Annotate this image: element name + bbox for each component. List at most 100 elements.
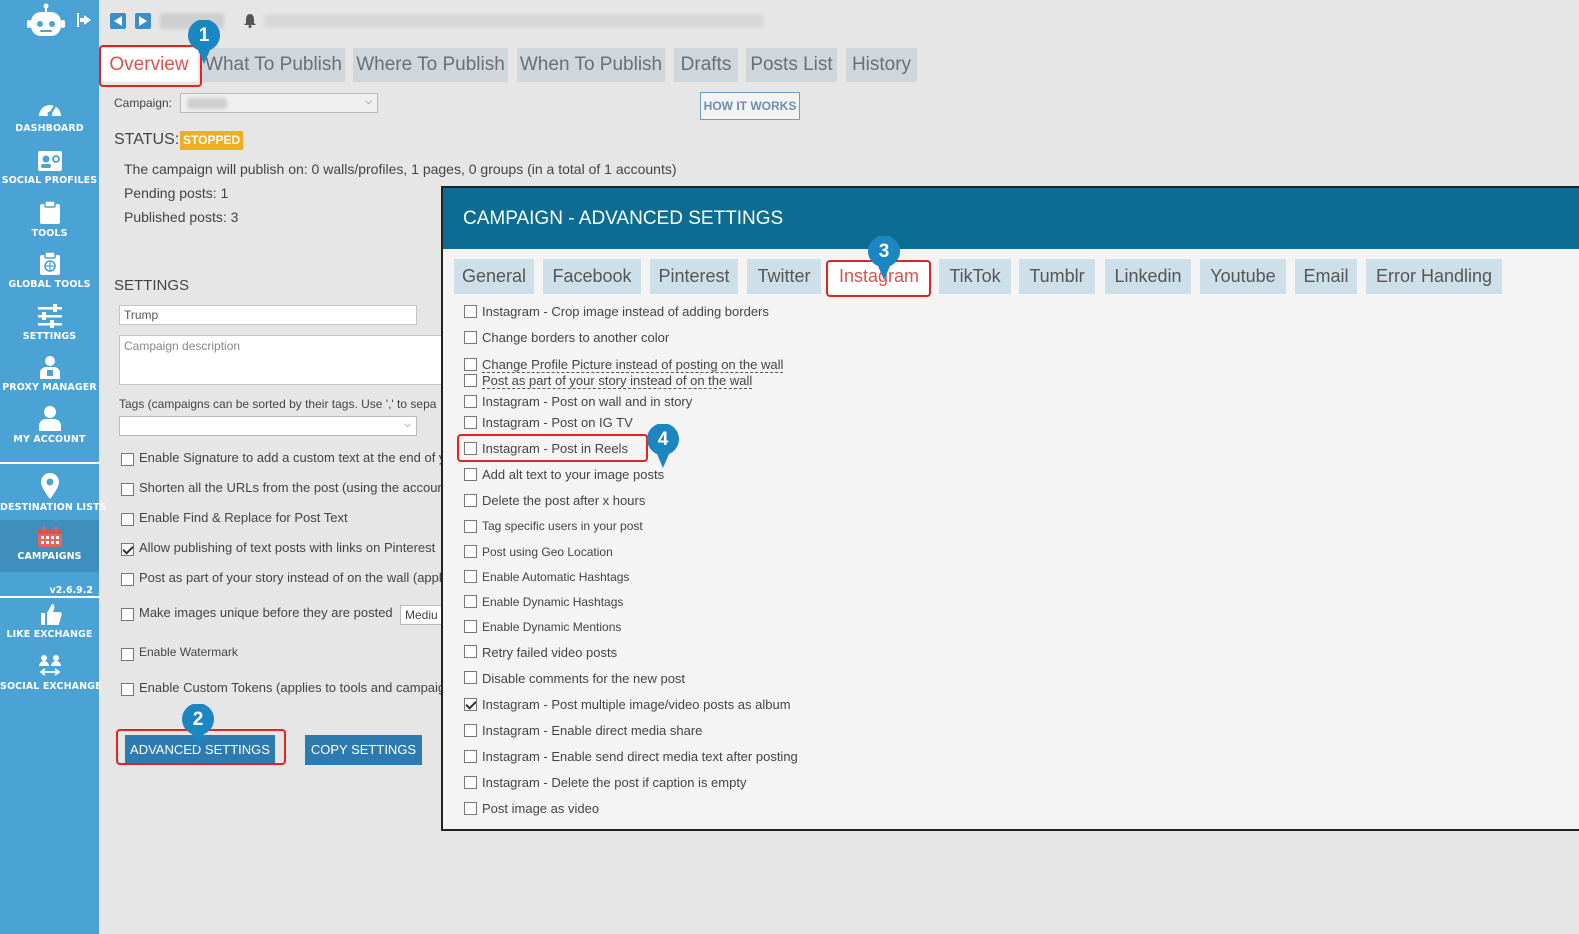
- instagram-option-label: Instagram - Enable direct media share: [482, 723, 703, 738]
- sidebar-item-campaigns[interactable]: CAMPAIGNS: [0, 520, 99, 572]
- unique-images-select[interactable]: Mediu: [400, 605, 445, 625]
- instagram-option-label: Instagram - Post in Reels: [482, 441, 628, 456]
- sidebar-item-label: DESTINATION LISTS: [0, 502, 107, 513]
- modal-tab-error-handling[interactable]: Error Handling: [1366, 259, 1502, 294]
- instagram-option-label: Instagram - Enable send direct media tex…: [482, 749, 798, 764]
- instagram-option-checkbox[interactable]: [464, 776, 477, 789]
- sidebar-divider: [0, 596, 99, 598]
- sidebar-item-my-account[interactable]: MY ACCOUNT: [0, 405, 99, 445]
- instagram-option-label: Retry failed video posts: [482, 645, 618, 660]
- sidebar-item-label: LIKE EXCHANGE: [6, 629, 93, 640]
- bell-icon[interactable]: [244, 14, 256, 28]
- forward-button[interactable]: [135, 13, 151, 29]
- sidebar-item-dashboard[interactable]: DASHBOARD: [0, 98, 99, 134]
- sidebar-item-label: SOCIAL PROFILES: [1, 175, 98, 186]
- social-profiles-icon: [37, 151, 62, 171]
- instagram-option-checkbox[interactable]: [464, 802, 477, 815]
- modal-tab-tiktok[interactable]: TikTok: [939, 259, 1011, 294]
- blurred-notification-text: [264, 14, 764, 28]
- instagram-option-checkbox[interactable]: [464, 645, 477, 658]
- sidebar-item-destination-lists[interactable]: DESTINATION LISTS: [0, 473, 107, 513]
- sidebar-item-like-exchange[interactable]: LIKE EXCHANGE: [0, 602, 99, 640]
- instagram-option-checkbox[interactable]: [464, 620, 477, 633]
- instagram-option-checkbox[interactable]: [464, 416, 477, 429]
- campaign-name-input[interactable]: Trump: [119, 305, 417, 325]
- tab-posts-list[interactable]: Posts List: [746, 48, 837, 82]
- campaign-select[interactable]: ⌵: [180, 93, 378, 113]
- settings-option-checkbox[interactable]: [121, 608, 134, 621]
- back-button[interactable]: [110, 13, 126, 29]
- instagram-option-checkbox[interactable]: [464, 750, 477, 763]
- sidebar-item-label: SETTINGS: [22, 331, 77, 342]
- modal-tab-linkedin[interactable]: Linkedin: [1105, 259, 1191, 294]
- instagram-option-checkbox[interactable]: [464, 724, 477, 737]
- sidebar-item-social-exchange[interactable]: SOCIAL EXCHANGE: [0, 654, 102, 692]
- advanced-settings-modal: CAMPAIGN - ADVANCED SETTINGS General Fac…: [441, 186, 1579, 831]
- instagram-option-checkbox[interactable]: [464, 671, 477, 684]
- instagram-option-checkbox[interactable]: [464, 305, 477, 318]
- instagram-option-checkbox[interactable]: [464, 595, 477, 608]
- sidebar: DASHBOARD SOCIAL PROFILES TOOLS GLOBAL T…: [0, 0, 107, 934]
- how-it-works-button[interactable]: HOW IT WORKS: [700, 92, 800, 120]
- status-label: STATUS:: [114, 131, 180, 148]
- settings-option-checkbox[interactable]: [121, 683, 134, 696]
- settings-option-checkbox[interactable]: [121, 543, 134, 556]
- settings-option-label: Make images unique before they are poste…: [139, 605, 393, 620]
- instagram-option-checkbox[interactable]: [464, 358, 477, 371]
- modal-tab-facebook[interactable]: Facebook: [543, 259, 641, 294]
- tab-what-to-publish[interactable]: What To Publish: [202, 48, 345, 82]
- sidebar-item-label: CAMPAIGNS: [17, 551, 82, 562]
- instagram-option-checkbox[interactable]: [464, 395, 477, 408]
- tab-where-to-publish[interactable]: Where To Publish: [353, 48, 508, 82]
- sidebar-divider: [0, 462, 99, 464]
- tags-select[interactable]: ⌵: [119, 416, 417, 436]
- instagram-option-checkbox[interactable]: [464, 468, 477, 481]
- sidebar-item-proxy-manager[interactable]: PROXY MANAGER: [0, 355, 99, 393]
- map-pin-icon: [40, 473, 59, 499]
- instagram-option-checkbox[interactable]: [464, 494, 477, 507]
- sidebar-item-global-tools[interactable]: GLOBAL TOOLS: [0, 252, 99, 290]
- instagram-option-checkbox[interactable]: [464, 374, 477, 387]
- tab-history[interactable]: History: [846, 48, 917, 82]
- campaign-description-input[interactable]: Campaign description: [119, 335, 449, 385]
- modal-tab-email[interactable]: Email: [1295, 259, 1357, 294]
- instagram-post-in-reels-checkbox[interactable]: [464, 442, 477, 455]
- instagram-option-checkbox[interactable]: [464, 570, 477, 583]
- tab-when-to-publish[interactable]: When To Publish: [517, 48, 665, 82]
- instagram-option-label: Enable Dynamic Mentions: [482, 620, 622, 634]
- settings-option-checkbox[interactable]: [121, 648, 134, 661]
- settings-option-checkbox[interactable]: [121, 483, 134, 496]
- robot-logo-icon: [27, 3, 65, 36]
- instagram-option-checkbox[interactable]: [464, 698, 477, 711]
- instagram-option-label: Change Profile Picture instead of postin…: [482, 357, 784, 373]
- modal-tab-twitter[interactable]: Twitter: [747, 259, 821, 294]
- settings-option-checkbox[interactable]: [121, 573, 134, 586]
- settings-option-label: Post as part of your story instead of on…: [139, 570, 445, 585]
- sidebar-item-settings[interactable]: SETTINGS: [0, 304, 99, 342]
- copy-settings-button[interactable]: COPY SETTINGS: [305, 735, 422, 765]
- modal-tab-pinterest[interactable]: Pinterest: [650, 259, 738, 294]
- instagram-option-checkbox[interactable]: [464, 331, 477, 344]
- modal-title: CAMPAIGN - ADVANCED SETTINGS: [443, 188, 1579, 249]
- logout-icon[interactable]: [76, 12, 92, 28]
- modal-tab-general[interactable]: General: [454, 259, 534, 294]
- sidebar-item-tools[interactable]: TOOLS: [0, 201, 99, 239]
- tags-label: Tags (campaigns can be sorted by their t…: [119, 397, 437, 411]
- tab-drafts[interactable]: Drafts: [674, 48, 738, 82]
- instagram-option-label: Post using Geo Location: [482, 545, 613, 559]
- sidebar-item-social-profiles[interactable]: SOCIAL PROFILES: [0, 150, 99, 186]
- step-marker-number: 3: [878, 241, 890, 262]
- pending-posts-text: Pending posts: 1: [124, 185, 229, 201]
- settings-option-label: Allow publishing of text posts with link…: [139, 540, 436, 555]
- settings-option-label: Shorten all the URLs from the post (usin…: [139, 480, 449, 495]
- instagram-option-checkbox[interactable]: [464, 545, 477, 558]
- tab-overview[interactable]: Overview: [100, 48, 198, 82]
- sidebar-item-label: DASHBOARD: [15, 123, 84, 134]
- modal-tab-tumblr[interactable]: Tumblr: [1019, 259, 1095, 294]
- instagram-option-label: Instagram - Post multiple image/video po…: [482, 697, 791, 712]
- instagram-option-label: Instagram - Crop image instead of adding…: [482, 304, 769, 319]
- instagram-option-checkbox[interactable]: [464, 520, 477, 533]
- settings-option-checkbox[interactable]: [121, 513, 134, 526]
- modal-tab-youtube[interactable]: Youtube: [1200, 259, 1286, 294]
- settings-option-checkbox[interactable]: [121, 453, 134, 466]
